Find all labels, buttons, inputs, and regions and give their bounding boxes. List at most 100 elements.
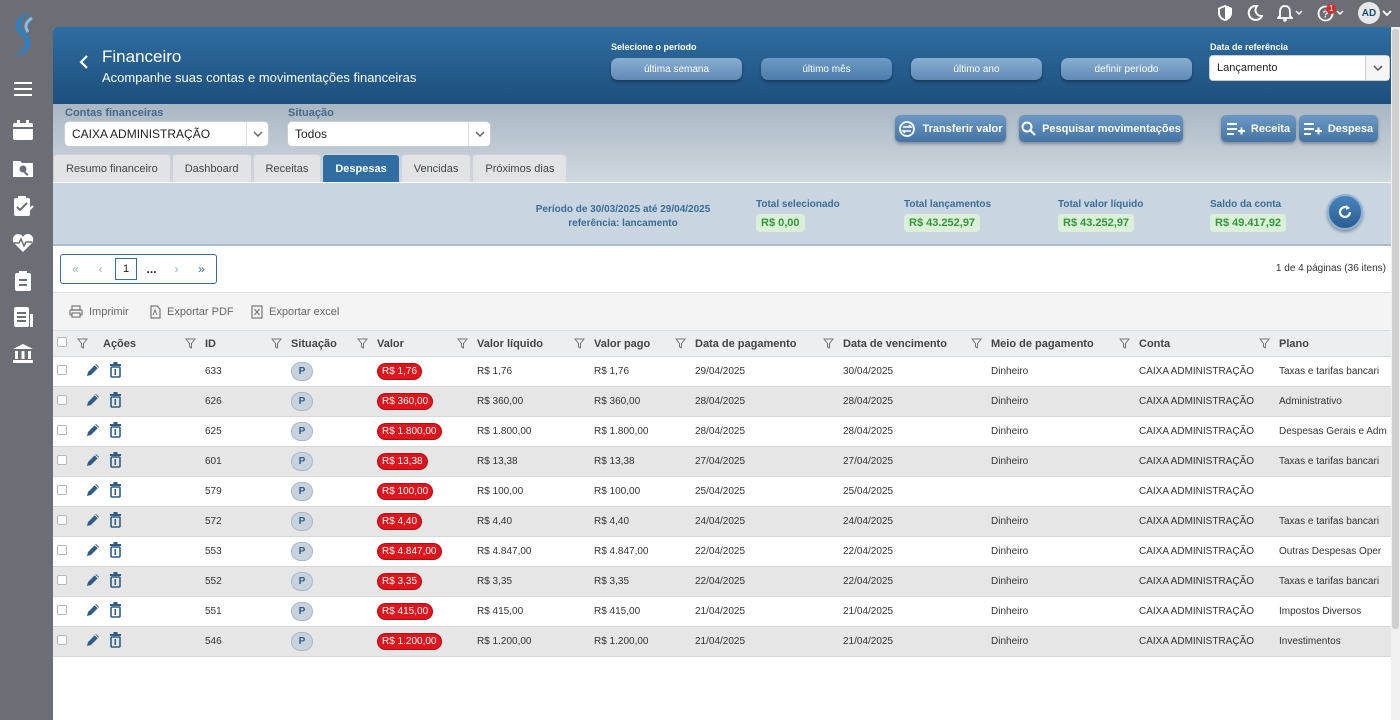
col-data-vencimento[interactable]: Data de vencimento xyxy=(839,330,967,357)
moon-icon[interactable] xyxy=(1247,5,1263,21)
row-checkbox[interactable] xyxy=(57,575,67,585)
status-badge[interactable]: P xyxy=(291,482,313,501)
document-icon[interactable] xyxy=(10,304,36,330)
reference-date-select[interactable]: Lançamento xyxy=(1209,55,1390,81)
table-row[interactable]: 633 P R$ 1,76 R$ 1,76 R$ 1,76 29/04/2025 30/04… xyxy=(53,356,1400,387)
tab-dashboard[interactable]: Dashboard xyxy=(171,154,252,182)
col-valor-pago[interactable]: Valor pago xyxy=(590,330,671,357)
table-row[interactable]: 546 P R$ 1.200,00 R$ 1.200,00 R$ 1.200,00 21/… xyxy=(53,626,1400,657)
row-checkbox[interactable] xyxy=(57,605,67,615)
table-row[interactable]: 601 P R$ 13,38 R$ 13,38 R$ 13,38 27/04/2025 27… xyxy=(53,446,1400,477)
bell-icon[interactable] xyxy=(1277,4,1303,22)
table-row[interactable]: 579 P R$ 100,00 R$ 100,00 R$ 100,00 25/04/202… xyxy=(53,476,1400,507)
status-badge[interactable]: P xyxy=(291,572,313,591)
situacao-select[interactable]: Todos xyxy=(287,121,491,147)
trash-icon[interactable] xyxy=(109,572,122,591)
status-badge[interactable]: P xyxy=(291,362,313,381)
status-badge[interactable]: P xyxy=(291,512,313,531)
tab-resumo-financeiro[interactable]: Resumo financeiro xyxy=(53,154,171,182)
row-checkbox[interactable] xyxy=(57,485,67,495)
table-row[interactable]: 553 P R$ 4.847,00 R$ 4.847,00 R$ 4.847,00 22/… xyxy=(53,536,1400,567)
edit-icon[interactable] xyxy=(85,362,101,381)
status-badge[interactable]: P xyxy=(291,632,313,651)
folder-search-icon[interactable] xyxy=(10,155,36,181)
status-badge[interactable]: P xyxy=(291,542,313,561)
export-excel-button[interactable]: Exportar excel xyxy=(251,305,339,319)
table-row[interactable]: 552 P R$ 3,35 R$ 3,35 R$ 3,35 22/04/2025 22/04… xyxy=(53,566,1400,597)
avatar[interactable]: AD xyxy=(1358,2,1380,24)
filter-icon[interactable] xyxy=(353,330,373,357)
last-page-button[interactable]: » xyxy=(189,257,214,281)
help-icon[interactable]: ? 1 xyxy=(1317,3,1344,22)
filter-icon[interactable] xyxy=(1115,330,1135,357)
filter-icon[interactable] xyxy=(181,330,201,357)
col-valor-liquido[interactable]: Valor líquido xyxy=(473,330,570,357)
tab-receitas[interactable]: Receitas xyxy=(252,154,322,182)
menu-icon[interactable] xyxy=(10,76,36,102)
refresh-button[interactable] xyxy=(1327,194,1363,230)
edit-icon[interactable] xyxy=(85,422,101,441)
scrollbar-thumb[interactable] xyxy=(1392,29,1399,629)
chevron-down-icon[interactable] xyxy=(468,122,490,146)
back-icon[interactable] xyxy=(79,55,89,69)
app-logo[interactable] xyxy=(8,10,38,58)
trash-icon[interactable] xyxy=(109,512,122,531)
prev-page-button[interactable]: ‹ xyxy=(88,257,113,281)
col-acoes[interactable]: Ações xyxy=(99,330,181,357)
status-badge[interactable]: P xyxy=(291,452,313,471)
contas-select[interactable]: CAIXA ADMINISTRAÇÃO xyxy=(64,121,269,147)
edit-icon[interactable] xyxy=(85,632,101,651)
row-checkbox[interactable] xyxy=(57,365,67,375)
first-page-button[interactable]: « xyxy=(63,257,88,281)
period-last-year-button[interactable]: último ano xyxy=(911,58,1042,80)
row-checkbox[interactable] xyxy=(57,635,67,645)
tab-despesas[interactable]: Despesas xyxy=(322,154,400,182)
reports-icon[interactable] xyxy=(10,268,36,294)
scrollbar[interactable] xyxy=(1391,27,1400,720)
edit-icon[interactable] xyxy=(85,572,101,591)
period-custom-button[interactable]: definir período xyxy=(1061,58,1192,80)
col-data-pagamento[interactable]: Data de pagamento xyxy=(691,330,819,357)
row-checkbox[interactable] xyxy=(57,545,67,555)
edit-icon[interactable] xyxy=(85,602,101,621)
trash-icon[interactable] xyxy=(109,422,122,441)
tab-vencidas[interactable]: Vencidas xyxy=(400,154,472,182)
table-row[interactable]: 572 P R$ 4,40 R$ 4,40 R$ 4,40 24/04/2025 24/04… xyxy=(53,506,1400,537)
trash-icon[interactable] xyxy=(109,482,122,501)
next-page-button[interactable]: › xyxy=(164,257,189,281)
table-row[interactable]: 551 P R$ 415,00 R$ 415,00 R$ 415,00 21/04/202… xyxy=(53,596,1400,627)
row-checkbox[interactable] xyxy=(57,395,67,405)
row-checkbox[interactable] xyxy=(57,455,67,465)
chevron-down-icon[interactable] xyxy=(246,122,268,146)
period-last-week-button[interactable]: última semana xyxy=(611,58,742,80)
col-conta[interactable]: Conta xyxy=(1135,330,1255,357)
page-ellipsis[interactable]: ... xyxy=(139,257,164,281)
print-button[interactable]: Imprimir xyxy=(69,305,129,318)
add-revenue-button[interactable]: Receita xyxy=(1221,115,1296,142)
table-row[interactable]: 625 P R$ 1.800,00 R$ 1.800,00 R$ 1.800,00 28/… xyxy=(53,416,1400,447)
trash-icon[interactable] xyxy=(109,452,122,471)
status-badge[interactable]: P xyxy=(291,422,313,441)
trash-icon[interactable] xyxy=(109,632,122,651)
filter-icon[interactable] xyxy=(967,330,987,357)
chevron-down-icon[interactable] xyxy=(1365,56,1389,80)
add-expense-button[interactable]: Despesa xyxy=(1299,115,1378,142)
clipboard-check-icon[interactable] xyxy=(10,193,36,219)
row-checkbox[interactable] xyxy=(57,515,67,525)
edit-icon[interactable] xyxy=(85,542,101,561)
filter-icon[interactable] xyxy=(267,330,287,357)
current-page[interactable]: 1 xyxy=(115,258,137,280)
filter-icon[interactable] xyxy=(570,330,590,357)
edit-icon[interactable] xyxy=(85,512,101,531)
col-plano[interactable]: Plano xyxy=(1275,330,1400,357)
trash-icon[interactable] xyxy=(109,392,122,411)
col-meio-pagamento[interactable]: Meio de pagamento xyxy=(987,330,1115,357)
filter-icon[interactable] xyxy=(1255,330,1275,357)
trash-icon[interactable] xyxy=(109,602,122,621)
trash-icon[interactable] xyxy=(109,362,122,381)
filter-icon[interactable] xyxy=(73,330,99,357)
trash-icon[interactable] xyxy=(109,542,122,561)
edit-icon[interactable] xyxy=(85,452,101,471)
status-badge[interactable]: P xyxy=(291,602,313,621)
filter-icon[interactable] xyxy=(819,330,839,357)
